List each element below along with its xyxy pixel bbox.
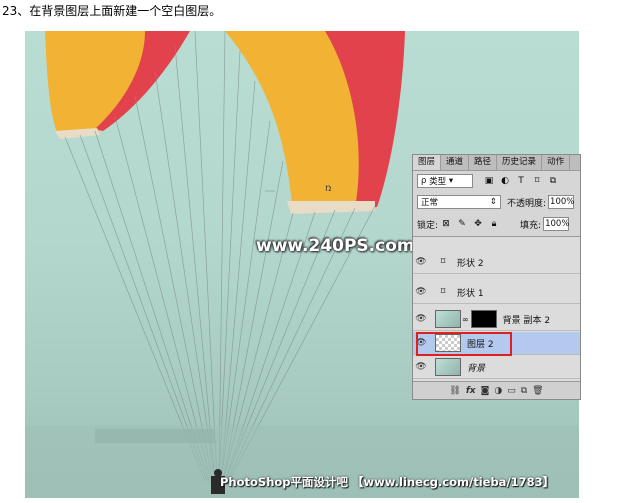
kind-filter-select[interactable]: ρ 类型 ▾: [417, 174, 473, 188]
svg-text:ռ: ռ: [325, 183, 332, 194]
chevron-down-icon: ▾: [448, 176, 454, 186]
layer-row-background[interactable]: 👁︎ 背景: [413, 356, 580, 379]
layer-row-shape-1[interactable]: 👁︎ ⌑ 形状 1: [413, 281, 580, 304]
blend-row: 正常 ⇕ 不透明度: 100%: [413, 195, 580, 209]
smart-object-filter-icon[interactable]: ⧉: [547, 175, 559, 187]
shape-filter-icon[interactable]: ⌑: [531, 175, 543, 187]
folder-icon[interactable]: ▭: [507, 386, 516, 396]
link-icon[interactable]: ⛓︎: [449, 386, 460, 396]
layer-name: 形状 1: [457, 288, 484, 299]
adjustment-icon[interactable]: ◑: [494, 386, 502, 396]
mask-icon[interactable]: ◙: [481, 386, 490, 396]
trash-icon[interactable]: 🗑︎: [532, 386, 543, 396]
type-filter-icon[interactable]: T: [515, 175, 527, 187]
layer-mask-thumbnail[interactable]: [470, 310, 497, 328]
panel-tabs: 图层 通道 路径 历史记录 动作: [413, 155, 580, 171]
layers-panel: 图层 通道 路径 历史记录 动作 ρ 类型 ▾ ▣ ◐ T ⌑ ⧉ 正常 ⇕ 不…: [412, 154, 581, 400]
pixel-filter-icon[interactable]: ▣: [483, 175, 495, 187]
eye-icon[interactable]: 👁︎: [413, 287, 429, 297]
lock-label: 锁定:: [417, 220, 439, 231]
filter-row: ρ 类型 ▾ ▣ ◐ T ⌑ ⧉: [413, 174, 580, 188]
layer-thumbnail: [435, 310, 461, 328]
blend-mode-select[interactable]: 正常 ⇕: [417, 195, 501, 209]
layer-name: 背景: [467, 363, 486, 374]
new-layer-icon[interactable]: ⧉: [521, 386, 527, 396]
lock-row: 锁定: ⊠ ✎ ✥ 🔒︎ 填充: 100%: [413, 217, 580, 231]
layer-row-shape-2[interactable]: 👁︎ ⌑ 形状 2: [413, 251, 580, 274]
kind-filter-label: 类型: [429, 177, 447, 187]
panel-bottom-bar: ⛓︎ fx ◙ ◑ ▭ ⧉ 🗑︎: [413, 381, 580, 399]
layer-name: 背景 副本 2: [502, 315, 551, 326]
tab-layers[interactable]: 图层: [413, 155, 442, 170]
layer-list: 👁︎ ⌑ 形状 2 👁︎ ⌑ 形状 1 👁︎ ∞ 背景 副本 2 👁︎ 图层 2…: [413, 236, 580, 387]
lock-pixels-icon[interactable]: ✎: [456, 218, 468, 230]
lock-transparent-icon[interactable]: ⊠: [440, 218, 452, 230]
chevron-updown-icon: ⇕: [489, 197, 497, 207]
tab-history[interactable]: 历史记录: [497, 155, 543, 170]
search-icon: ρ: [421, 176, 427, 186]
tab-channels[interactable]: 通道: [441, 155, 470, 170]
site-watermark: www.240PS.com: [256, 236, 415, 256]
instruction-caption: 23、在背景图层上面新建一个空白图层。: [2, 4, 222, 18]
tab-actions[interactable]: 动作: [542, 155, 571, 170]
layer-thumbnail: [435, 358, 461, 376]
adjustment-filter-icon[interactable]: ◐: [499, 175, 511, 187]
layer-row-layer-2[interactable]: 👁︎ 图层 2: [413, 332, 580, 356]
opacity-label: 不透明度:: [507, 198, 547, 209]
tab-paths[interactable]: 路径: [469, 155, 498, 170]
layer-row-background-copy-2[interactable]: 👁︎ ∞ 背景 副本 2: [413, 308, 580, 331]
fx-icon[interactable]: fx: [466, 386, 476, 396]
layer-name: 形状 2: [457, 258, 484, 269]
highlight-box: [416, 332, 512, 356]
eye-icon[interactable]: 👁︎: [413, 314, 429, 324]
opacity-input[interactable]: 100%: [548, 195, 574, 209]
shape-layer-icon: ⌑: [440, 287, 446, 297]
lock-all-icon[interactable]: 🔒︎: [488, 218, 500, 230]
blend-mode-value: 正常: [421, 198, 439, 208]
chain-link-icon[interactable]: ∞: [462, 315, 469, 324]
lock-position-icon[interactable]: ✥: [472, 218, 484, 230]
eye-icon[interactable]: 👁︎: [413, 257, 429, 267]
eye-icon[interactable]: 👁︎: [413, 362, 429, 372]
forum-footer: PhotoShop平面设计吧 【www.linecg.com/tieba/178…: [220, 475, 555, 489]
fill-label: 填充:: [520, 220, 542, 231]
fill-input[interactable]: 100%: [543, 217, 569, 231]
shape-layer-icon: ⌑: [440, 257, 446, 267]
